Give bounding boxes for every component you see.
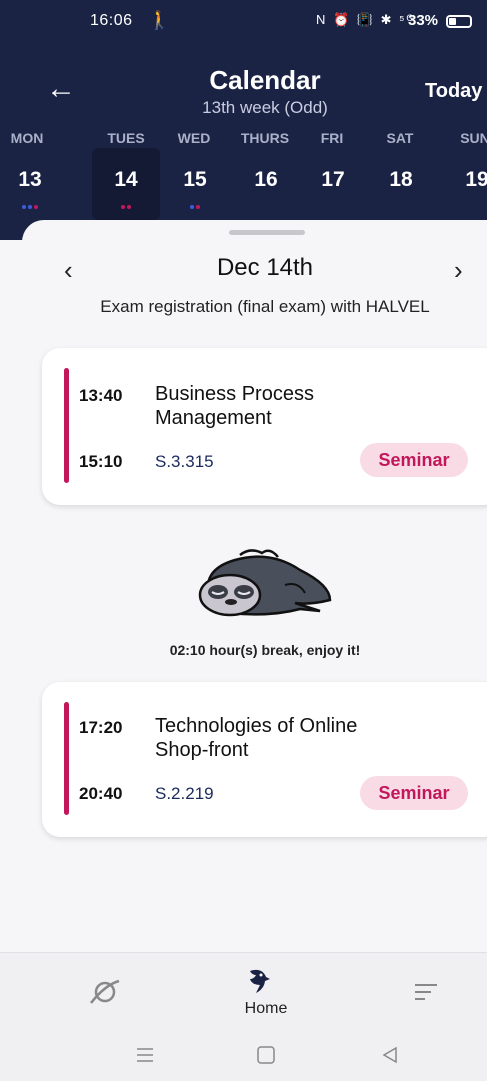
event-accent-bar bbox=[64, 368, 69, 483]
status-bar: 16:06 🚶 N ⏰ 📳 ✱ ⁵ᴳ 33% bbox=[0, 0, 487, 44]
break-message: 02:10 hour(s) break, enjoy it! bbox=[169, 642, 361, 658]
day-number-13[interactable]: 13 bbox=[0, 168, 60, 192]
day-name-sat: SAT bbox=[386, 130, 414, 146]
event-dot bbox=[28, 205, 32, 209]
day-number-16[interactable]: 16 bbox=[236, 168, 296, 192]
week-day-numbers: 13 14 15 16 17 18 19 bbox=[0, 168, 487, 202]
selected-date: Dec 14th bbox=[216, 254, 314, 281]
planet-icon[interactable] bbox=[88, 975, 122, 1009]
status-icons: N ⏰ 📳 ✱ ⁵ᴳ bbox=[316, 12, 415, 27]
home-tab-label[interactable]: Home bbox=[232, 1000, 300, 1018]
drag-handle[interactable] bbox=[229, 230, 305, 235]
back-triangle-icon[interactable] bbox=[380, 1045, 400, 1065]
event-title: Technologies of Online Shop-front bbox=[155, 715, 358, 761]
event-card[interactable]: 13:40 Business Process Management 15:10 … bbox=[42, 348, 487, 505]
event-dots-15 bbox=[165, 205, 225, 210]
week-subtitle: 13th week (Odd) bbox=[202, 98, 328, 117]
event-type-badge: Seminar bbox=[360, 443, 468, 477]
system-navigation-bar bbox=[0, 1027, 487, 1081]
week-day-names: MON TUES WED THURS FRI SAT SUN bbox=[0, 130, 487, 150]
event-card[interactable]: 17:20 Technologies of Online Shop-front … bbox=[42, 682, 487, 837]
day-number-19[interactable]: 19 bbox=[447, 168, 487, 192]
chevron-right-icon[interactable]: › bbox=[454, 255, 463, 286]
event-dot bbox=[127, 205, 131, 209]
status-time: 16:06 bbox=[90, 12, 133, 29]
event-dot bbox=[22, 205, 26, 209]
day-number-14[interactable]: 14 bbox=[96, 168, 156, 192]
event-dot bbox=[190, 205, 194, 209]
event-start-time: 13:40 bbox=[79, 386, 123, 405]
menu-lines-icon[interactable] bbox=[413, 982, 439, 1002]
event-start-time: 17:20 bbox=[79, 718, 123, 737]
event-dots-13 bbox=[0, 205, 60, 210]
event-dots-14 bbox=[96, 205, 156, 210]
walking-person-icon: 🚶 bbox=[148, 10, 171, 30]
recent-apps-icon[interactable] bbox=[136, 1046, 154, 1064]
day-name-sun: SUN bbox=[460, 130, 487, 146]
bird-logo-icon[interactable] bbox=[244, 967, 272, 997]
day-name-tues: TUES bbox=[107, 130, 145, 146]
event-end-time: 15:10 bbox=[79, 452, 123, 471]
event-dot bbox=[34, 205, 38, 209]
battery-percent: 33% bbox=[408, 12, 439, 29]
day-name-thurs: THURS bbox=[240, 130, 290, 146]
exam-note: Exam registration (final exam) with HALV… bbox=[100, 297, 430, 316]
event-dot bbox=[196, 205, 200, 209]
battery-icon bbox=[446, 15, 472, 28]
event-room: S.2.219 bbox=[155, 784, 214, 803]
day-number-17[interactable]: 17 bbox=[303, 168, 363, 192]
today-button[interactable]: Today bbox=[425, 80, 482, 103]
event-dot bbox=[121, 205, 125, 209]
sleeping-sloth-icon bbox=[198, 549, 332, 617]
event-accent-bar bbox=[64, 702, 69, 815]
page-title: Calendar bbox=[209, 65, 321, 95]
home-square-icon[interactable] bbox=[256, 1045, 276, 1065]
event-end-time: 20:40 bbox=[79, 784, 123, 803]
day-number-18[interactable]: 18 bbox=[371, 168, 431, 192]
calendar-header: 16:06 🚶 N ⏰ 📳 ✱ ⁵ᴳ 33% ← Calendar 13th w… bbox=[0, 0, 487, 240]
event-title: Business Process Management bbox=[155, 383, 314, 429]
day-name-mon: MON bbox=[10, 130, 44, 146]
day-name-wed: WED bbox=[177, 130, 211, 146]
day-number-15[interactable]: 15 bbox=[165, 168, 225, 192]
event-type-badge: Seminar bbox=[360, 776, 468, 810]
day-name-fri: FRI bbox=[320, 130, 344, 146]
event-room: S.3.315 bbox=[155, 452, 214, 471]
